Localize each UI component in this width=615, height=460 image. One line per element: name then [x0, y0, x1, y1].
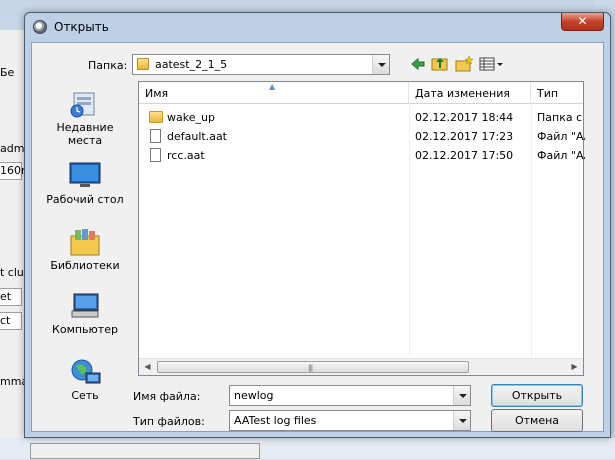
dialog-client: Папка: aatest_2_1_5 Недавние места Рабоч…: [31, 42, 604, 432]
places-bar: Недавние места Рабочий стол Библиотеки К…: [40, 77, 130, 427]
place-computer[interactable]: Компьютер: [40, 291, 130, 336]
place-network[interactable]: Сеть: [40, 357, 130, 402]
filetype-value: AATest log files: [234, 414, 317, 427]
chevron-down-icon[interactable]: [453, 411, 470, 430]
new-folder-button[interactable]: [454, 55, 474, 73]
file-name: rcc.aat: [167, 149, 205, 162]
network-icon: [68, 357, 102, 387]
lookin-combo[interactable]: aatest_2_1_5: [132, 54, 390, 75]
scroll-thumb[interactable]: |||: [157, 361, 469, 373]
filetype-combo[interactable]: AATest log files: [229, 410, 471, 431]
column-header-type[interactable]: Тип: [531, 82, 585, 104]
background-text: Бе: [0, 66, 15, 79]
file-row[interactable]: default.aat 02.12.2017 17:23 Файл "AA: [139, 128, 585, 146]
place-label: Недавние места: [56, 121, 114, 147]
back-arrow-icon: [411, 57, 425, 71]
lookin-value: aatest_2_1_5: [155, 58, 228, 71]
column-header-date[interactable]: Дата изменения: [409, 82, 531, 104]
computer-icon: [68, 291, 102, 321]
view-menu-button[interactable]: [478, 55, 504, 73]
file-date: 02.12.2017 18:44: [415, 111, 514, 124]
file-row[interactable]: wake_up 02.12.2017 18:44 Папка с ф: [139, 109, 585, 127]
up-folder-button[interactable]: [430, 55, 450, 73]
column-header-name[interactable]: Имя: [139, 82, 409, 104]
up-folder-icon: [431, 58, 448, 71]
desktop-icon: [68, 161, 102, 191]
background-field: 160r: [0, 162, 26, 180]
filename-label: Имя файла:: [133, 390, 201, 403]
background-text: ct: [0, 314, 11, 327]
new-folder-icon: [455, 55, 474, 72]
background-field: ct: [0, 312, 22, 330]
view-menu-icon: [479, 57, 503, 71]
filetype-label: Тип файлов:: [133, 415, 205, 428]
place-label: Сеть: [71, 389, 99, 402]
file-type: Папка с ф: [537, 111, 585, 124]
background-text: adma: [0, 142, 26, 155]
place-recent[interactable]: Недавние места: [40, 89, 130, 147]
filename-combo[interactable]: newlog: [229, 385, 471, 406]
close-icon: ✕: [577, 14, 588, 28]
background-text: t clu: [0, 266, 24, 279]
close-button[interactable]: ✕: [561, 13, 604, 31]
list-header: ▲ Имя Дата изменения Тип: [139, 82, 583, 104]
folder-icon: [137, 58, 149, 70]
file-date: 02.12.2017 17:50: [415, 149, 514, 162]
file-name: default.aat: [167, 130, 227, 143]
cancel-button[interactable]: Отмена: [491, 409, 583, 432]
scroll-left-icon[interactable]: ◀: [139, 359, 156, 375]
app-icon: [33, 20, 47, 34]
place-label: Библиотеки: [50, 259, 120, 272]
folder-icon: [149, 111, 163, 123]
background-text: et: [0, 290, 12, 303]
file-date: 02.12.2017 17:23: [415, 130, 514, 143]
file-name: wake_up: [167, 111, 215, 124]
file-icon: [150, 148, 161, 162]
horizontal-scrollbar[interactable]: ◀ ||| ▶: [139, 358, 583, 375]
back-button[interactable]: [408, 55, 428, 73]
chevron-down-icon[interactable]: [372, 55, 389, 74]
dialog-titlebar[interactable]: Открыть ✕: [25, 13, 610, 41]
filename-value: newlog: [234, 389, 274, 402]
background-text: mman: [0, 375, 26, 388]
file-type: Файл "AA: [537, 149, 585, 162]
file-icon: [150, 129, 161, 143]
libraries-icon: [68, 227, 102, 257]
place-label: Компьютер: [52, 323, 118, 336]
file-row[interactable]: rcc.aat 02.12.2017 17:50 Файл "AA: [139, 147, 585, 165]
background-field: et: [0, 288, 22, 306]
dialog-title: Открыть: [54, 20, 109, 34]
open-button[interactable]: Открыть: [491, 384, 583, 407]
background-text: 160r: [0, 164, 26, 177]
grip-icon: |||: [308, 364, 313, 372]
recent-places-icon: [68, 89, 102, 119]
lookin-label: Папка:: [88, 59, 128, 72]
file-type: Файл "AA: [537, 130, 585, 143]
open-file-dialog: Открыть ✕ Папка: aatest_2_1_5 Недавние м…: [24, 12, 611, 438]
file-list[interactable]: ▲ Имя Дата изменения Тип wake_up 02.12.2…: [138, 81, 585, 376]
scroll-right-icon[interactable]: ▶: [566, 359, 583, 375]
place-desktop[interactable]: Рабочий стол: [40, 161, 130, 206]
place-libraries[interactable]: Библиотеки: [40, 227, 130, 272]
background-bottom-window: [30, 443, 260, 459]
place-label: Рабочий стол: [46, 193, 124, 206]
chevron-down-icon[interactable]: [453, 386, 470, 405]
